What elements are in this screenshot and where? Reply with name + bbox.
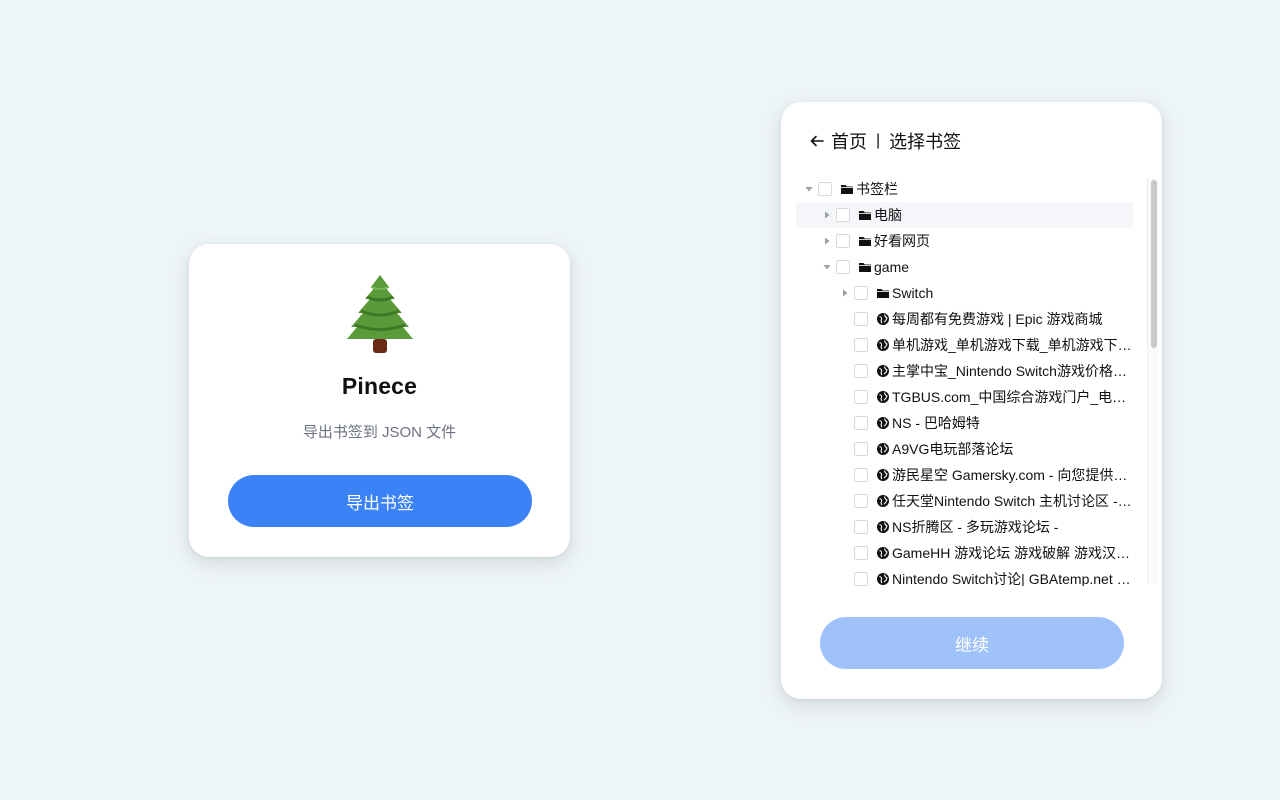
globe-icon <box>876 520 890 534</box>
tree-item-label: 书签栏 <box>856 181 898 197</box>
tree-checkbox[interactable] <box>836 260 850 274</box>
export-bookmarks-button[interactable]: 导出书签 <box>228 475 532 527</box>
globe-icon <box>876 468 890 482</box>
tree-checkbox[interactable] <box>854 338 868 352</box>
globe-icon <box>876 312 890 326</box>
breadcrumb-current: 选择书签 <box>889 132 962 152</box>
select-bookmarks-card: 首页 | 选择书签 书签栏电脑好看网页 game Switch 每周都有免费游戏 | … <box>781 102 1162 699</box>
tree-checkbox[interactable] <box>854 520 868 534</box>
tree-folder-row[interactable]: game <box>796 254 1136 280</box>
tree-item-label: 游民星空 Gamersky.com - 向您提供最新游戏资讯 <box>892 467 1132 483</box>
tree-bookmark-row[interactable]: NS - 巴哈姆特 <box>796 410 1136 436</box>
pine-tree-icon <box>346 275 413 353</box>
breadcrumb: 首页 | 选择书签 <box>809 128 961 154</box>
tree-item-label: NS - 巴哈姆特 <box>892 415 980 431</box>
globe-icon <box>876 546 890 560</box>
arrow-left-icon[interactable] <box>809 133 825 149</box>
tree-checkbox[interactable] <box>854 546 868 560</box>
tree-folder-row[interactable]: 好看网页 <box>796 228 1136 254</box>
globe-icon <box>876 390 890 404</box>
tree-folder-row[interactable]: 书签栏 <box>796 176 1136 202</box>
tree-checkbox[interactable] <box>854 468 868 482</box>
tree-checkbox[interactable] <box>854 312 868 326</box>
caret-down-icon[interactable] <box>800 176 818 202</box>
tree-item-label: 电脑 <box>874 207 902 223</box>
breadcrumb-home-link[interactable]: 首页 <box>831 128 867 154</box>
tree-scrollbar[interactable] <box>1147 178 1159 584</box>
folder-icon <box>858 234 872 248</box>
tree-bookmark-row[interactable]: A9VG电玩部落论坛 <box>796 436 1136 462</box>
continue-button[interactable]: 继续 <box>820 617 1124 669</box>
tree-checkbox[interactable] <box>818 182 832 196</box>
tree-bookmark-row[interactable]: Nintendo Switch讨论| GBAtemp.net - The Ind… <box>796 566 1136 586</box>
tree-bookmark-row[interactable]: 每周都有免费游戏 | Epic 游戏商城 <box>796 306 1136 332</box>
tree-checkbox[interactable] <box>854 442 868 456</box>
app-title: Pinece <box>341 373 418 399</box>
tree-folder-row[interactable]: Switch <box>796 280 1136 306</box>
tree-checkbox[interactable] <box>836 208 850 222</box>
tree-item-label: game <box>874 259 910 275</box>
tree-item-label: 每周都有免费游戏 | Epic 游戏商城 <box>892 311 1103 327</box>
tree-folder-row[interactable]: 电脑 <box>796 202 1133 228</box>
globe-icon <box>876 416 890 430</box>
caret-spacer <box>836 306 854 332</box>
tree-scrollbar-thumb[interactable] <box>1151 180 1157 348</box>
globe-icon <box>876 364 890 378</box>
bookmark-tree[interactable]: 书签栏电脑好看网页 game Switch 每周都有免费游戏 | Epic 游戏商城单… <box>796 176 1159 586</box>
tree-bookmark-row[interactable]: 主掌中宝_Nintendo Switch游戏价格比较 <box>796 358 1136 384</box>
caret-spacer <box>836 462 854 488</box>
tree-item-label: 单机游戏_单机游戏下载_单机游戏下载基地 <box>892 337 1132 353</box>
caret-spacer <box>836 488 854 514</box>
globe-icon <box>876 338 890 352</box>
tree-checkbox[interactable] <box>854 364 868 378</box>
folder-icon <box>840 182 854 196</box>
caret-spacer <box>836 384 854 410</box>
tree-bookmark-row[interactable]: 任天堂Nintendo Switch 主机讨论区 - 论坛 <box>796 488 1136 514</box>
tree-item-label: GameHH 游戏论坛 游戏破解 游戏汉化 游戏下载 <box>892 545 1132 561</box>
breadcrumb-separator: | <box>876 132 881 149</box>
caret-spacer <box>836 358 854 384</box>
tree-item-label: 任天堂Nintendo Switch 主机讨论区 - 论坛 <box>892 493 1132 509</box>
caret-right-icon[interactable] <box>818 202 836 228</box>
caret-spacer <box>836 514 854 540</box>
caret-spacer <box>836 566 854 586</box>
caret-right-icon[interactable] <box>836 280 854 306</box>
tree-item-label: 好看网页 <box>874 233 930 249</box>
globe-icon <box>876 442 890 456</box>
app-subtitle: 导出书签到 JSON 文件 <box>302 424 457 441</box>
caret-spacer <box>836 436 854 462</box>
tree-bookmark-row[interactable]: 单机游戏_单机游戏下载_单机游戏下载基地 <box>796 332 1136 358</box>
home-card: Pinece 导出书签到 JSON 文件 导出书签 <box>189 244 570 557</box>
globe-icon <box>876 572 890 586</box>
caret-down-icon[interactable] <box>818 254 836 280</box>
tree-item-label: TGBUS.com_中国综合游戏门户_电玩巴士 <box>892 389 1132 405</box>
tree-checkbox[interactable] <box>836 234 850 248</box>
tree-item-label: Nintendo Switch讨论| GBAtemp.net - The Ind… <box>892 571 1132 586</box>
bookmark-tree-list: 书签栏电脑好看网页 game Switch 每周都有免费游戏 | Epic 游戏商城单… <box>796 176 1136 586</box>
tree-bookmark-row[interactable]: TGBUS.com_中国综合游戏门户_电玩巴士 <box>796 384 1136 410</box>
tree-checkbox[interactable] <box>854 416 868 430</box>
tree-item-label: A9VG电玩部落论坛 <box>892 441 1014 457</box>
tree-item-label: 主掌中宝_Nintendo Switch游戏价格比较 <box>892 363 1132 379</box>
tree-checkbox[interactable] <box>854 494 868 508</box>
caret-spacer <box>836 332 854 358</box>
caret-right-icon[interactable] <box>818 228 836 254</box>
caret-spacer <box>836 410 854 436</box>
tree-checkbox[interactable] <box>854 572 868 586</box>
tree-checkbox[interactable] <box>854 286 868 300</box>
tree-item-label: Switch <box>892 285 934 301</box>
caret-spacer <box>836 540 854 566</box>
folder-icon <box>858 208 872 222</box>
tree-bookmark-row[interactable]: 游民星空 Gamersky.com - 向您提供最新游戏资讯 <box>796 462 1136 488</box>
tree-checkbox[interactable] <box>854 390 868 404</box>
folder-icon <box>876 286 890 300</box>
folder-icon <box>858 260 872 274</box>
tree-bookmark-row[interactable]: GameHH 游戏论坛 游戏破解 游戏汉化 游戏下载 <box>796 540 1136 566</box>
tree-bookmark-row[interactable]: NS折腾区 - 多玩游戏论坛 - <box>796 514 1136 540</box>
globe-icon <box>876 494 890 508</box>
tree-item-label: NS折腾区 - 多玩游戏论坛 - <box>892 519 1059 535</box>
